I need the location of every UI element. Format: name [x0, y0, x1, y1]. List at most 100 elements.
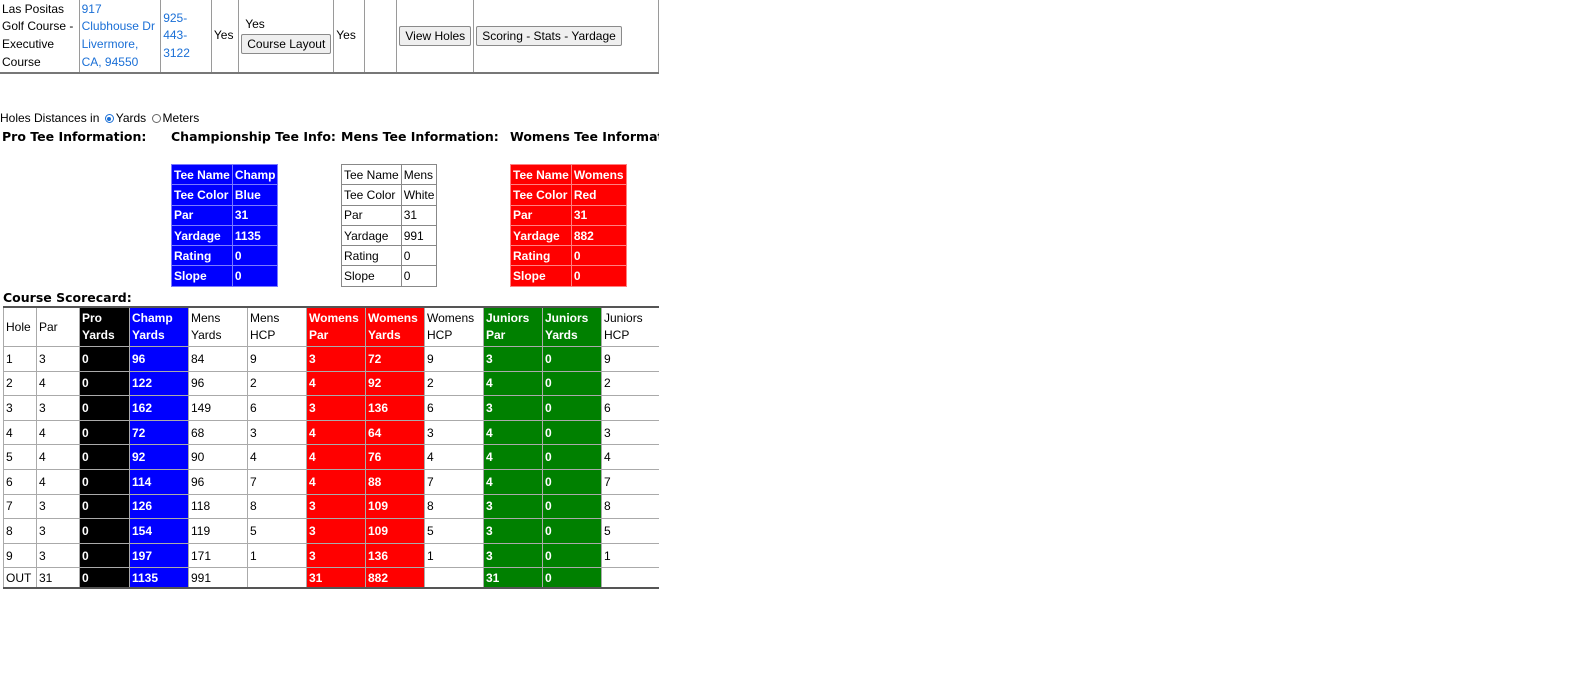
scorecard-row: 2 4 0 122 96 2 4 92 2 4 0 2 — [3, 371, 659, 397]
scorecard-total-cell: 31 — [483, 567, 543, 589]
tee-field-value: Womens — [570, 163, 627, 186]
tee-field-value: 0 — [400, 245, 438, 267]
yards-radio[interactable] — [104, 114, 114, 123]
scorecard-header-cell: Mens Yards — [188, 307, 248, 347]
yes-cell-1: Yes — [211, 0, 240, 74]
tee-field-label: Par — [171, 204, 233, 226]
scorecard-header-cell: Juniors Par — [483, 307, 543, 347]
scorecard-heading: Course Scorecard: — [3, 290, 132, 305]
tee-field-value: Champ — [231, 163, 279, 186]
scorecard-cell: 4 — [306, 371, 366, 397]
scorecard-header-cell: Juniors Yards — [542, 307, 602, 347]
tee-field-label: Slope — [510, 265, 572, 287]
scorecard-cell: 5 — [3, 444, 37, 470]
course-phone-link[interactable]: 925-443-3122 — [163, 11, 190, 60]
course-address-link[interactable]: 917 Clubhouse Dr Livermore, CA, 94550 — [82, 2, 155, 69]
tee-field-value: 31 — [570, 204, 627, 226]
scorecard-cell: 0 — [542, 346, 602, 372]
scorecard-cell: 0 — [79, 346, 130, 372]
scorecard-cell: 64 — [365, 420, 425, 446]
tee-field-label: Par — [510, 204, 572, 226]
champ-tee-row: Rating 0 — [171, 245, 279, 267]
scorecard-total-cell: 0 — [542, 567, 602, 589]
scorecard-cell: 3 — [36, 346, 80, 372]
course-scorecard-table: Hole Par Pro Yards Champ Yards Mens Yards Men… — [3, 306, 659, 590]
scorecard-cell: 3 — [483, 518, 543, 544]
scorecard-cell: 1 — [601, 543, 659, 569]
scorecard-cell: 3 — [306, 543, 366, 569]
scorecard-cell: 4 — [36, 420, 80, 446]
pro-tee-heading: Pro Tee Information: — [2, 129, 147, 144]
scorecard-cell: 92 — [365, 371, 425, 397]
scorecard-row: 9 3 0 197 171 1 3 136 1 3 0 1 — [3, 543, 659, 569]
scorecard-cell: 6 — [3, 469, 37, 495]
scorecard-cell: 84 — [188, 346, 248, 372]
scorecard-cell: 4 — [36, 469, 80, 495]
tee-field-label: Yardage — [171, 224, 233, 247]
scorecard-cell: 7 — [424, 469, 484, 495]
scorecard-total-cell — [247, 567, 307, 589]
course-layout-cell: Yes Course Layout — [238, 0, 335, 74]
scorecard-header-cell: Juniors HCP — [601, 307, 659, 347]
tee-field-label: Rating — [341, 245, 402, 267]
tee-field-value: 882 — [570, 224, 627, 247]
womens-tee-row: Yardage 882 — [510, 224, 627, 247]
scorecard-total-cell: OUT — [3, 567, 37, 589]
tee-field-label: Slope — [171, 265, 233, 287]
scoring-stats-yardage-button[interactable]: Scoring - Stats - Yardage — [476, 26, 622, 46]
units-label: Holes Distances in — [0, 111, 100, 125]
scorecard-cell: 0 — [542, 395, 602, 421]
meters-radio[interactable] — [151, 114, 161, 123]
scorecard-cell: 3 — [36, 518, 80, 544]
tee-field-label: Tee Name — [171, 163, 233, 186]
tee-field-label: Tee Color — [510, 184, 572, 206]
scorecard-header-cell: Womens HCP — [424, 307, 484, 347]
tee-field-value: 31 — [231, 204, 279, 226]
scorecard-cell: 72 — [365, 346, 425, 372]
scorecard-cell: 72 — [129, 420, 189, 446]
scorecard-total-cell: 1135 — [129, 567, 189, 589]
tee-field-value: Mens — [400, 163, 438, 186]
meters-label[interactable]: Meters — [163, 111, 200, 125]
tee-field-label: Yardage — [510, 224, 572, 247]
scorecard-cell: 3 — [306, 494, 366, 520]
view-holes-cell: View Holes — [396, 0, 475, 74]
scorecard-row: 6 4 0 114 96 7 4 88 7 4 0 7 — [3, 469, 659, 495]
scorecard-total-cell — [601, 567, 659, 589]
scorecard-cell: 3 — [3, 395, 37, 421]
tee-field-value: Blue — [231, 184, 279, 206]
course-phone-cell: 925-443-3122 — [160, 0, 212, 74]
scorecard-cell: 9 — [3, 543, 37, 569]
course-address-cell: 917 Clubhouse Dr Livermore, CA, 94550 — [79, 0, 162, 74]
scorecard-cell: 0 — [542, 371, 602, 397]
scorecard-cell: 0 — [79, 469, 130, 495]
page-content: Las Positas Golf Course - Executive Cour… — [0, 0, 659, 688]
tee-field-label: Par — [341, 204, 402, 226]
view-holes-button[interactable]: View Holes — [399, 26, 472, 46]
scorecard-cell: 3 — [601, 420, 659, 446]
champ-tee-row: Par 31 — [171, 204, 279, 226]
yards-label[interactable]: Yards — [116, 111, 146, 125]
scorecard-cell: 0 — [542, 444, 602, 470]
scorecard-cell: 5 — [424, 518, 484, 544]
mens-tee-row: Yardage 991 — [341, 224, 438, 247]
course-layout-button[interactable]: Course Layout — [241, 34, 332, 54]
scorecard-cell: 68 — [188, 420, 248, 446]
scorecard-cell: 7 — [247, 469, 307, 495]
scorecard-cell: 114 — [129, 469, 189, 495]
scorecard-cell: 8 — [247, 494, 307, 520]
scorecard-cell: 171 — [188, 543, 248, 569]
scorecard-cell: 0 — [542, 518, 602, 544]
scorecard-header-cell: Champ Yards — [129, 307, 189, 347]
scorecard-cell: 149 — [188, 395, 248, 421]
scorecard-cell: 162 — [129, 395, 189, 421]
scorecard-total-cell: 31 — [306, 567, 366, 589]
empty-cell — [364, 0, 398, 74]
scorecard-cell: 4 — [483, 420, 543, 446]
scorecard-cell: 4 — [306, 469, 366, 495]
scorecard-cell: 126 — [129, 494, 189, 520]
scorecard-cell: 2 — [424, 371, 484, 397]
scorecard-header-cell: Pro Yards — [79, 307, 130, 347]
tee-field-label: Yardage — [341, 224, 402, 247]
scorecard-row: 3 3 0 162 149 6 3 136 6 3 0 6 — [3, 395, 659, 421]
